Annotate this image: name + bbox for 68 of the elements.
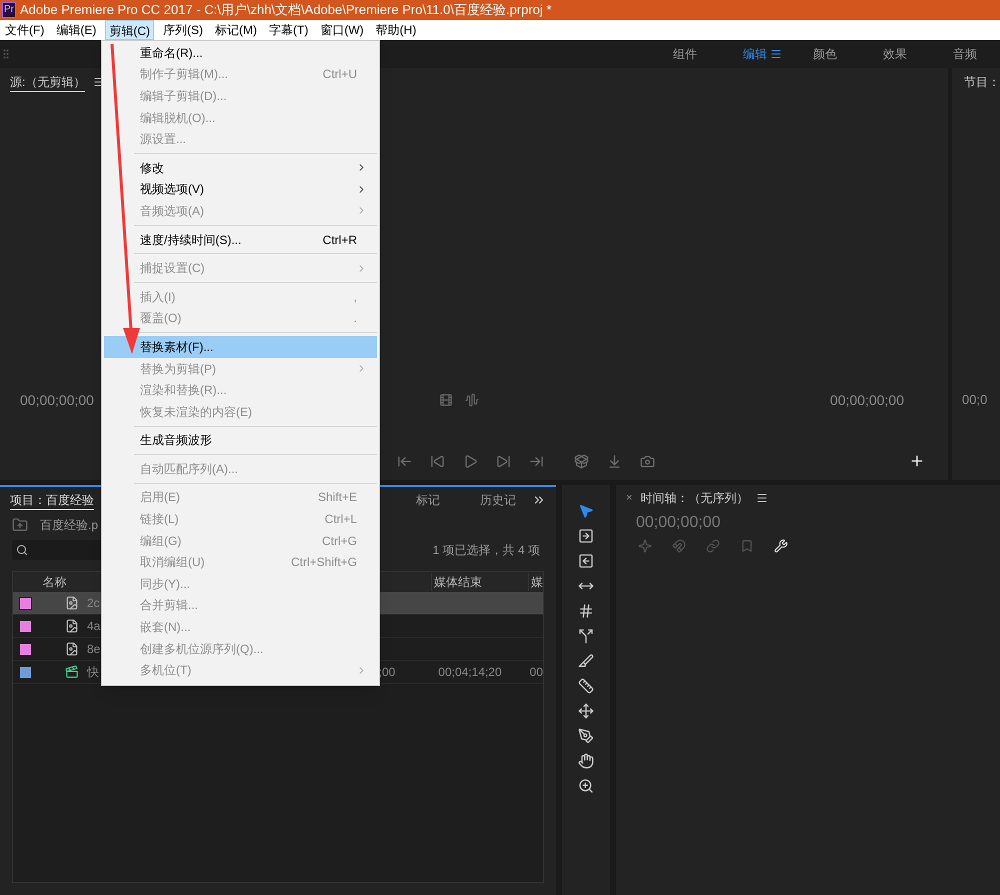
selection-count: 1 项已选择，共 4 项 <box>432 542 540 559</box>
waveform-icon[interactable] <box>464 393 479 407</box>
timecode: 00;00;00;00 <box>636 513 721 533</box>
step-back-icon[interactable] <box>430 454 445 468</box>
mark-in-icon[interactable] <box>397 454 412 468</box>
menu-option[interactable]: 速度/持续时间(S)... Ctrl+R <box>104 228 377 250</box>
menu-item[interactable]: 剪辑(C) <box>105 20 154 40</box>
panel-tab[interactable]: 标记 <box>416 491 440 509</box>
zoom-icon[interactable] <box>578 778 594 794</box>
overwrite-icon[interactable] <box>607 454 622 468</box>
mark-out-icon[interactable] <box>529 454 544 468</box>
menu-item[interactable]: 序列(S) <box>160 20 206 40</box>
step-forward-icon[interactable] <box>496 454 511 468</box>
pen-icon[interactable] <box>578 728 594 744</box>
play-icon[interactable] <box>463 454 478 468</box>
sequence-icon <box>64 665 79 679</box>
file-name: 8e <box>87 641 100 658</box>
menu-item[interactable]: 编辑(E) <box>53 20 100 40</box>
image-file-icon <box>65 596 79 610</box>
image-file-icon <box>65 642 79 656</box>
panel-tab[interactable]: 历史记 <box>480 491 516 509</box>
table-cell: ;00 <box>378 665 396 679</box>
workspace-tab[interactable]: 效果 <box>860 45 930 63</box>
panel-tab[interactable]: 节目： <box>964 73 1000 91</box>
menu-item[interactable]: 字幕(T) <box>266 20 312 40</box>
window-title: Adobe Premiere Pro CC 2017 - C:\用户\zhh\文档\Adobe\Premiere Pro\11.0\百度经验.prproj * <box>20 1 552 20</box>
menu-option[interactable]: 替换素材(F)... <box>104 336 377 358</box>
file-name: 4a <box>87 618 100 635</box>
timecode: 00;0 <box>962 391 988 410</box>
wrench-icon[interactable] <box>774 539 788 553</box>
workspace-tab[interactable]: 编辑 <box>720 45 790 63</box>
breadcrumb: 百度经验.p <box>40 517 98 534</box>
menu-option[interactable]: 修改 <box>104 156 377 179</box>
table-cell: 00 <box>530 665 543 679</box>
search-icon <box>16 544 28 556</box>
panel-menu-icon[interactable] <box>756 492 768 504</box>
column-header[interactable]: 媒 <box>528 573 543 591</box>
marker-icon[interactable] <box>740 539 754 553</box>
menu-item[interactable]: 标记(M) <box>212 20 260 40</box>
panel-tab[interactable]: 时间轴：（无序列） <box>640 489 748 507</box>
workspace-tab[interactable]: 颜色 <box>790 45 860 63</box>
film-icon[interactable] <box>438 393 453 407</box>
image-file-icon <box>65 619 79 633</box>
close-tab-button[interactable]: × <box>626 490 632 506</box>
table-cell: 00;04;14;20 <box>438 665 502 679</box>
workspace-tab[interactable]: 组件 <box>650 45 720 63</box>
add-button-icon[interactable] <box>909 453 925 469</box>
workspace-menu-icon[interactable] <box>770 48 782 60</box>
menu-option[interactable]: 视频选项(V) <box>104 178 377 200</box>
pointer-icon[interactable] <box>578 503 594 519</box>
column-header[interactable]: 媒体结束 <box>430 573 528 591</box>
panel-tab[interactable]: 源:（无剪辑） <box>10 72 86 92</box>
file-name: 2c <box>87 595 100 612</box>
file-name: 快 <box>86 664 99 681</box>
folder-up-icon[interactable] <box>12 517 28 533</box>
timecode: 00;00;00;00 <box>20 390 94 410</box>
hand-icon[interactable] <box>578 753 594 769</box>
camera-icon[interactable] <box>640 454 655 468</box>
panel-tab[interactable]: 项目：百度经验 <box>10 490 94 510</box>
menu-item[interactable]: 文件(F) <box>2 20 48 40</box>
workspace-tab[interactable]: 音频 <box>930 45 1000 63</box>
timecode: 00;00;00;00 <box>830 390 904 410</box>
razor-icon[interactable] <box>578 653 594 669</box>
menu-option[interactable]: 生成音频波形 <box>104 430 377 452</box>
menu-option[interactable]: 重命名(R)... <box>104 42 377 64</box>
menu-item[interactable]: 窗口(W) <box>317 20 367 40</box>
menu-item[interactable]: 帮助(H) <box>372 20 420 40</box>
app-logo: Pr <box>2 2 16 18</box>
